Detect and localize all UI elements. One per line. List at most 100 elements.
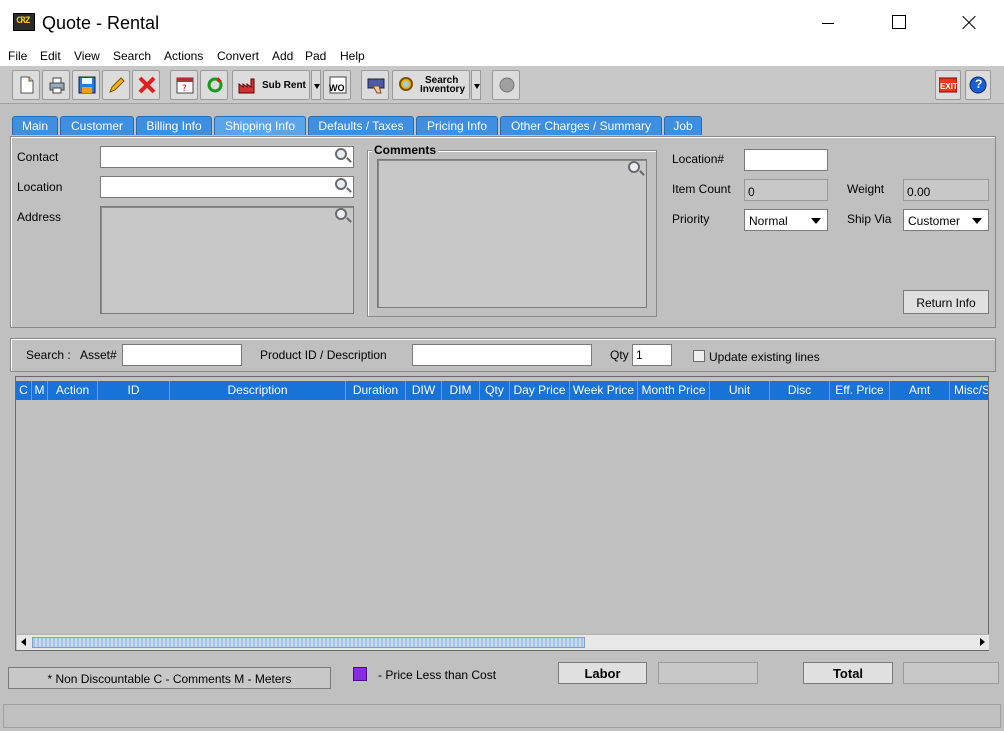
sub-rent-dropdown[interactable] [311, 70, 321, 100]
labor-button[interactable]: Labor [558, 662, 647, 684]
new-button[interactable] [12, 70, 40, 100]
weight-value: 0.00 [903, 179, 989, 201]
save-button[interactable] [72, 70, 100, 100]
floppy-disk-icon [78, 76, 96, 94]
gray-face-icon [499, 77, 515, 93]
search-gear-icon [399, 77, 413, 91]
location-search-icon[interactable] [335, 178, 347, 190]
menu-help[interactable]: Help [340, 49, 365, 63]
line-items-grid[interactable]: C M Action ID Description Duration DIW D… [15, 376, 989, 651]
help-label: ? [975, 77, 983, 91]
tab-job[interactable]: Job [664, 116, 702, 135]
col-day-price[interactable]: Day Price [510, 381, 570, 400]
location-input[interactable] [100, 176, 354, 198]
priority-value: Normal [749, 214, 788, 228]
title-bar: CRZ Quote - Rental [0, 0, 1004, 46]
asset-input[interactable] [122, 344, 242, 366]
tab-main[interactable]: Main [12, 116, 58, 135]
sub-rent-label: Sub Rent [262, 80, 306, 91]
col-action[interactable]: Action [48, 381, 98, 400]
menu-view[interactable]: View [74, 49, 100, 63]
comments-search-icon[interactable] [628, 161, 640, 173]
edit-button[interactable] [102, 70, 130, 100]
printer-icon [49, 77, 65, 94]
tab-pricing-info[interactable]: Pricing Info [416, 116, 498, 135]
item-count-label: Item Count [672, 182, 731, 196]
col-eff-price[interactable]: Eff. Price [830, 381, 890, 400]
item-count-value: 0 [744, 179, 828, 201]
update-lines-checkbox[interactable] [693, 350, 705, 362]
col-id[interactable]: ID [98, 381, 170, 400]
product-id-input[interactable] [412, 344, 592, 366]
col-qty[interactable]: Qty [480, 381, 510, 400]
ship-via-label: Ship Via [847, 212, 892, 226]
contact-search-icon[interactable] [335, 148, 347, 160]
menu-add[interactable]: Add [272, 49, 293, 63]
menu-pad[interactable]: Pad [305, 49, 326, 63]
scroll-right-icon[interactable] [975, 635, 989, 650]
contact-input[interactable] [100, 146, 354, 168]
tab-billing-info[interactable]: Billing Info [136, 116, 212, 135]
delete-button[interactable] [132, 70, 160, 100]
col-description[interactable]: Description [170, 381, 346, 400]
tab-shipping-info[interactable]: Shipping Info [214, 116, 306, 135]
search-inventory-dropdown[interactable] [471, 70, 481, 100]
work-order-button[interactable]: WO [323, 70, 351, 100]
comments-textarea[interactable] [377, 159, 647, 308]
sub-rent-button[interactable]: Sub Rent [232, 70, 310, 100]
ship-via-select[interactable]: Customer [903, 209, 989, 231]
address-textarea[interactable] [100, 206, 354, 314]
col-diw[interactable]: DIW [406, 381, 442, 400]
col-duration[interactable]: Duration [346, 381, 406, 400]
quote-help-button[interactable]: ? [170, 70, 198, 100]
col-disc[interactable]: Disc [770, 381, 830, 400]
location-number-label: Location# [672, 152, 725, 166]
labor-value [658, 662, 758, 684]
keyboard-button[interactable] [361, 70, 389, 100]
col-month-price[interactable]: Month Price [638, 381, 710, 400]
col-week-price[interactable]: Week Price [570, 381, 638, 400]
ship-via-value: Customer [908, 214, 961, 228]
horizontal-scrollbar[interactable] [17, 634, 989, 650]
col-c[interactable]: C [16, 381, 32, 400]
col-unit[interactable]: Unit [710, 381, 770, 400]
exit-button[interactable]: EXIT [935, 70, 961, 100]
menu-search[interactable]: Search [113, 49, 151, 63]
menu-actions[interactable]: Actions [164, 49, 203, 63]
disabled-tool-button[interactable] [492, 70, 520, 100]
tab-other-charges[interactable]: Other Charges / Summary [500, 116, 662, 135]
chevron-down-icon [811, 218, 821, 224]
tab-defaults-taxes[interactable]: Defaults / Taxes [308, 116, 414, 135]
col-m[interactable]: M [32, 381, 48, 400]
search-inventory-button[interactable]: Search Inventory [392, 70, 470, 100]
menu-edit[interactable]: Edit [40, 49, 61, 63]
search-bar: Search : Asset# Product ID / Description… [10, 338, 996, 372]
scroll-left-icon[interactable] [17, 635, 31, 650]
status-bar [3, 704, 1001, 728]
total-button[interactable]: Total [803, 662, 893, 684]
help-button[interactable]: ? [965, 70, 991, 100]
tab-customer[interactable]: Customer [60, 116, 134, 135]
menu-convert[interactable]: Convert [217, 49, 259, 63]
priority-label: Priority [672, 212, 710, 226]
refresh-button[interactable] [200, 70, 228, 100]
asset-label: Asset# [80, 348, 117, 362]
menu-file[interactable]: File [8, 49, 27, 63]
pencil-icon [109, 77, 125, 93]
col-dim[interactable]: DIM [442, 381, 480, 400]
qty-input[interactable]: 1 [632, 344, 672, 366]
priority-select[interactable]: Normal [744, 209, 828, 231]
calendar-question-icon: ? [176, 77, 194, 94]
col-amt[interactable]: Amt [890, 381, 950, 400]
minimize-button[interactable] [806, 8, 852, 38]
maximize-button[interactable] [876, 8, 922, 38]
close-button[interactable] [946, 8, 992, 38]
new-document-icon [20, 76, 34, 94]
return-info-button[interactable]: Return Info [903, 290, 989, 314]
location-number-input[interactable] [744, 149, 828, 171]
address-search-icon[interactable] [335, 208, 347, 220]
print-button[interactable] [42, 70, 70, 100]
scroll-thumb[interactable] [32, 637, 585, 648]
wo-label: WO [329, 83, 345, 93]
col-misc[interactable]: Misc/S [950, 381, 988, 400]
